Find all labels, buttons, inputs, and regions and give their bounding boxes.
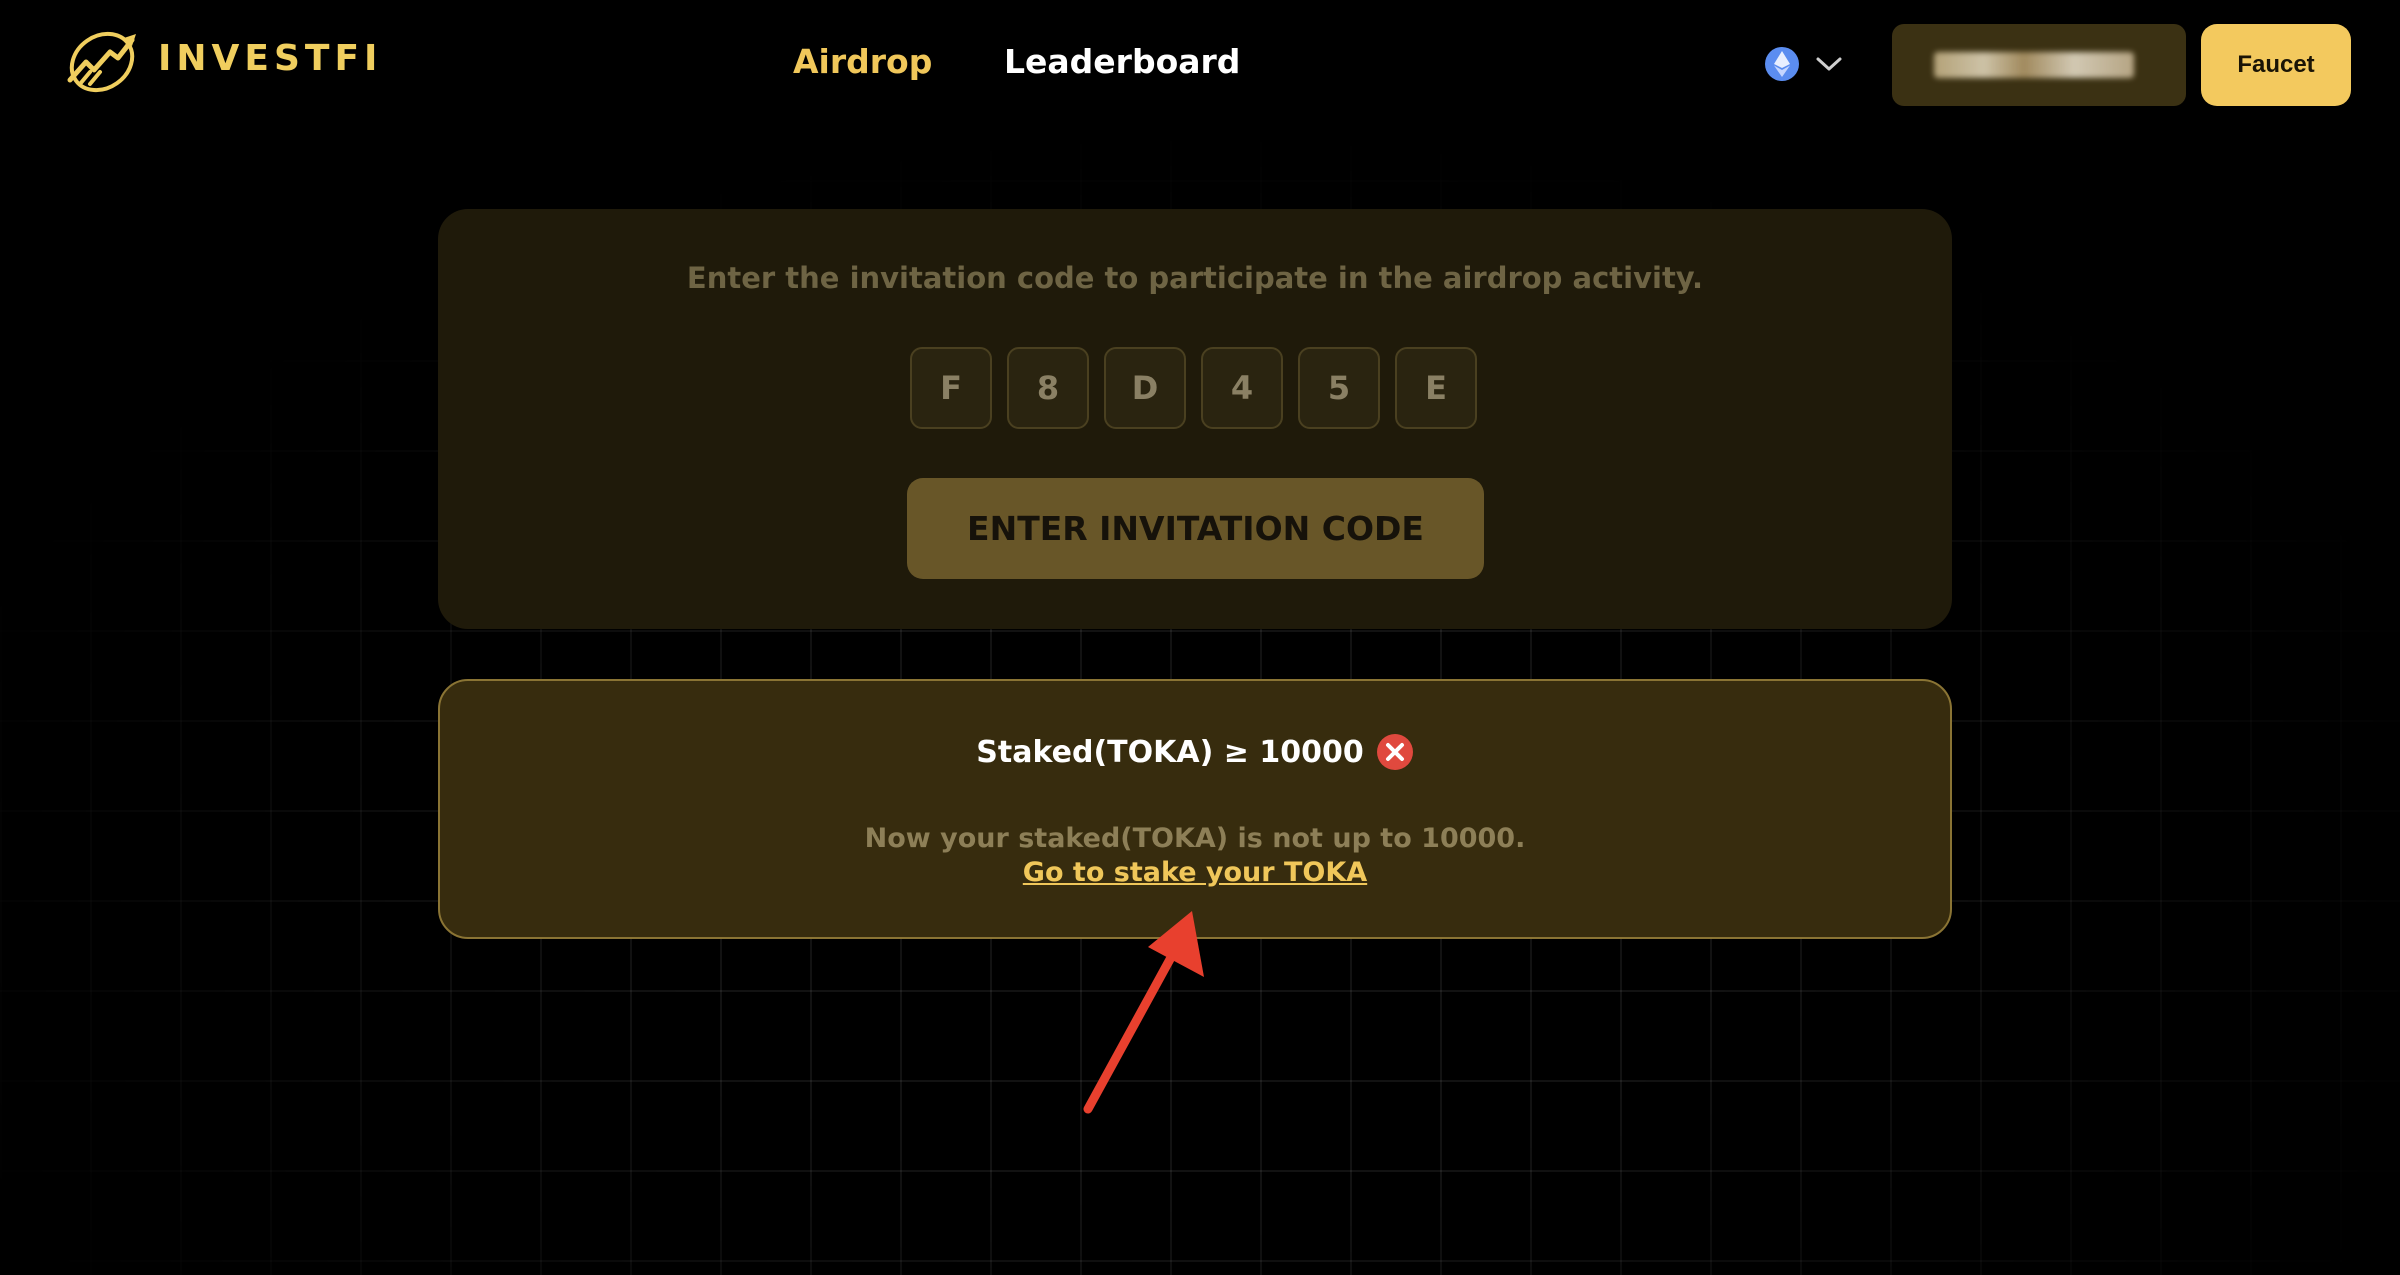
brand-logo[interactable]: INVESTFI [60, 18, 382, 98]
chevron-down-icon [1816, 57, 1842, 71]
annotation-arrow-icon [1083, 911, 1204, 1114]
enter-invitation-code-button[interactable]: ENTER INVITATION CODE [907, 478, 1484, 579]
code-digit[interactable]: 8 [1007, 347, 1089, 429]
requirement-description: Now your staked(TOKA) is not up to 10000… [864, 823, 1526, 854]
go-to-stake-link[interactable]: Go to stake your TOKA [1023, 857, 1367, 888]
nav-airdrop[interactable]: Airdrop [793, 42, 932, 81]
code-digit[interactable]: D [1104, 347, 1186, 429]
requirement-title: Staked(TOKA) ≥ 10000 [976, 734, 1364, 770]
invitation-card: Enter the invitation code to participate… [438, 209, 1952, 629]
wallet-address-button[interactable] [1892, 24, 2186, 106]
close-circle-icon [1376, 734, 1413, 770]
airdrop-page: INVESTFI Airdrop Leaderboard Faucet Ente… [0, 0, 2400, 1275]
invitation-prompt: Enter the invitation code to participate… [686, 261, 1704, 295]
ethereum-icon [1765, 47, 1799, 81]
code-digit[interactable]: E [1395, 347, 1477, 429]
code-digit[interactable]: F [910, 347, 992, 429]
brand-name: INVESTFI [158, 37, 383, 79]
invitation-code-inputs: F 8 D 4 5 E [910, 347, 1492, 429]
nav-leaderboard[interactable]: Leaderboard [1004, 42, 1240, 81]
investfi-logo-icon [67, 31, 136, 93]
top-header: INVESTFI Airdrop Leaderboard Faucet [0, 0, 2400, 130]
network-selector[interactable] [1764, 46, 1844, 82]
faucet-button[interactable]: Faucet [2201, 24, 2351, 106]
requirement-title-row: Staked(TOKA) ≥ 10000 [440, 733, 1950, 771]
wallet-address-blurred [1934, 52, 2134, 78]
stake-link-row: Go to stake your TOKA [440, 857, 1950, 888]
code-digit[interactable]: 5 [1298, 347, 1380, 429]
code-digit[interactable]: 4 [1201, 347, 1283, 429]
